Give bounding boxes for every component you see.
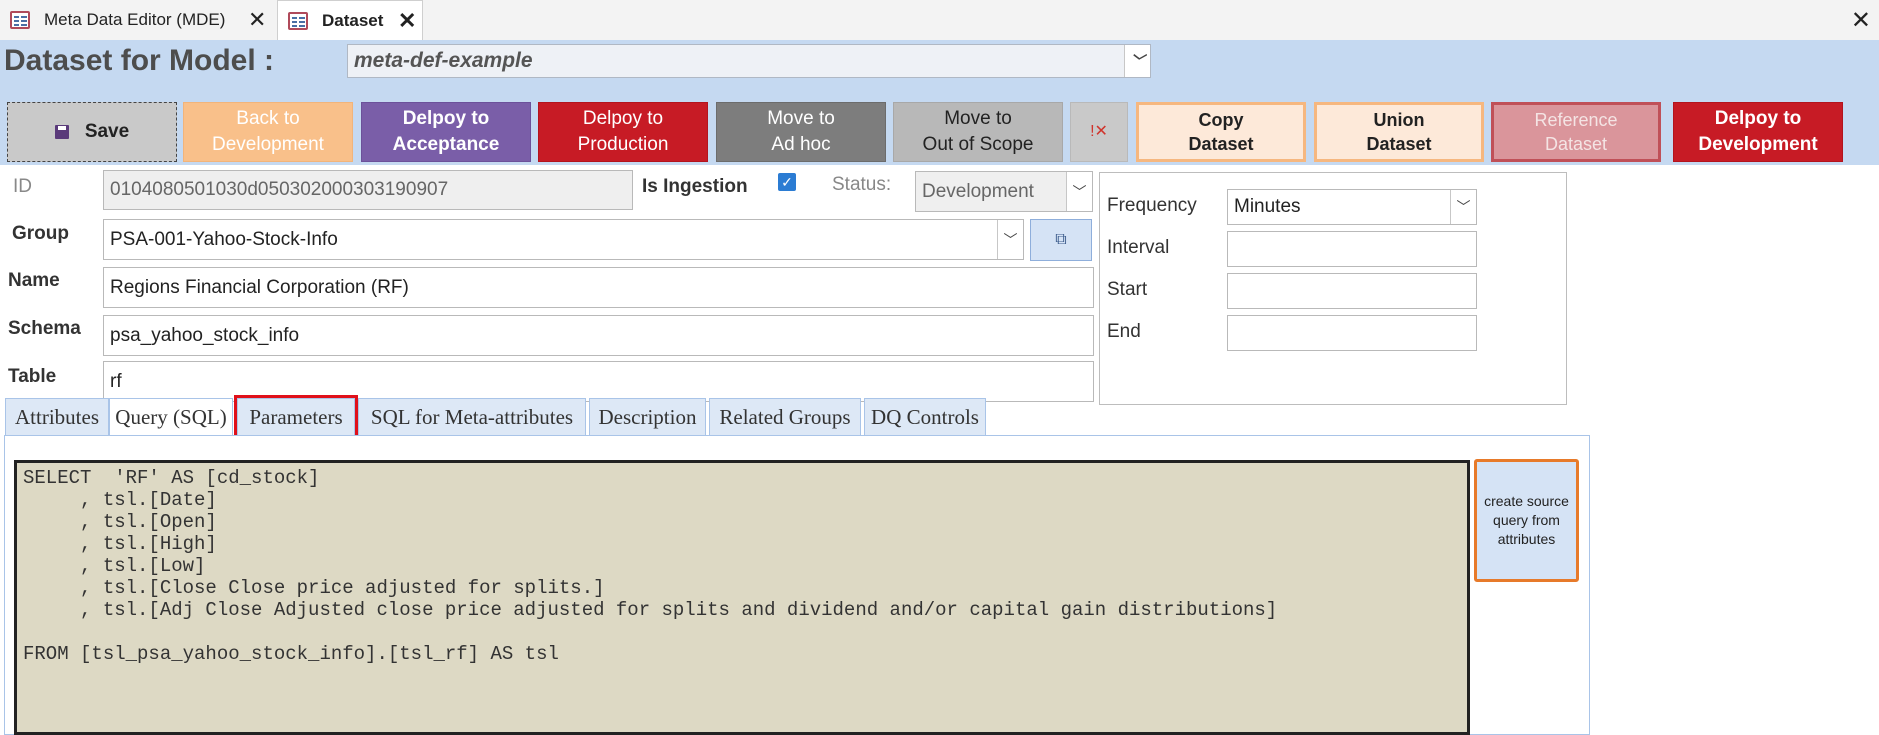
status-select[interactable]: Development ﹀ [915, 171, 1093, 212]
window-close-icon[interactable]: ✕ [1851, 6, 1871, 35]
interval-field[interactable] [1227, 231, 1477, 267]
tab-sql-for-meta-attributes[interactable]: SQL for Meta-attributes [358, 398, 586, 436]
union-dataset-button[interactable]: Union Dataset [1314, 102, 1484, 162]
frequency-label: Frequency [1107, 195, 1197, 216]
deploy-to-development-button[interactable]: Delpoy to Development [1673, 102, 1843, 162]
chevron-down-icon[interactable]: ﹀ [1450, 190, 1476, 224]
document-tab-strip: Meta Data Editor (MDE) ✕ Dataset ✕ ✕ [0, 0, 1879, 41]
tab-dq-controls[interactable]: DQ Controls [864, 398, 986, 436]
table-label: Table [8, 366, 57, 387]
chevron-down-icon[interactable]: ﹀ [1066, 172, 1092, 211]
save-button-label: Save [84, 121, 130, 142]
end-field[interactable] [1227, 315, 1477, 351]
start-field[interactable] [1227, 273, 1477, 309]
is-ingestion-label: Is Ingestion [642, 176, 748, 197]
copy-icon: ⧉ [1055, 231, 1067, 248]
close-icon[interactable]: ✕ [398, 8, 416, 34]
tab-attributes[interactable]: Attributes [5, 398, 109, 436]
group-label: Group [12, 223, 69, 244]
sql-editor[interactable]: SELECT 'RF' AS [cd_stock] , tsl.[Date] ,… [14, 460, 1470, 735]
status-label: Status: [832, 174, 892, 195]
tab-description[interactable]: Description [589, 398, 706, 436]
chevron-down-icon[interactable]: ﹀ [997, 220, 1023, 259]
deploy-to-production-button[interactable]: Delpoy to Production [538, 102, 708, 162]
copy-dataset-button[interactable]: Copy Dataset [1136, 102, 1306, 162]
doc-tab-dataset[interactable]: Dataset ✕ [277, 0, 423, 41]
close-icon[interactable]: ✕ [248, 7, 266, 33]
open-group-button[interactable]: ⧉ [1030, 219, 1092, 261]
delete-button[interactable]: !✕ [1070, 102, 1128, 162]
is-ingestion-checkbox[interactable]: ✓ [778, 173, 796, 191]
frequency-select[interactable]: Minutes ﹀ [1227, 189, 1477, 225]
model-select-value: meta-def-example [354, 49, 533, 72]
tab-related-groups[interactable]: Related Groups [709, 398, 861, 436]
name-field[interactable]: Regions Financial Corporation (RF) [103, 267, 1094, 308]
create-source-query-button[interactable]: create source query from attributes [1474, 459, 1579, 582]
tab-parameters[interactable]: Parameters [234, 395, 358, 439]
model-select[interactable]: meta-def-example ﹀ [347, 44, 1151, 78]
move-to-out-of-scope-button[interactable]: Move to Out of Scope [893, 102, 1063, 162]
frequency-value: Minutes [1234, 196, 1301, 217]
tab-query-sql[interactable]: Query (SQL) [109, 398, 233, 436]
id-field[interactable]: 0104080501030d050302000303190907 [103, 170, 633, 210]
doc-tab-label: Meta Data Editor (MDE) [44, 10, 226, 29]
group-value: PSA-001-Yahoo-Stock-Info [110, 228, 338, 250]
save-button[interactable]: Save [7, 102, 177, 162]
doc-tab-label: Dataset [322, 11, 384, 30]
move-to-adhoc-button[interactable]: Move to Ad hoc [716, 102, 886, 162]
floppy-disk-icon [54, 125, 69, 139]
status-value: Development [922, 180, 1034, 202]
id-label: ID [13, 176, 32, 197]
back-to-development-button[interactable]: Back to Development [183, 102, 353, 162]
schema-label: Schema [8, 318, 81, 339]
interval-label: Interval [1107, 237, 1170, 258]
form-icon [288, 12, 308, 30]
form-icon [10, 11, 30, 29]
reference-dataset-button[interactable]: Reference Dataset [1491, 102, 1661, 162]
name-label: Name [8, 270, 60, 291]
start-label: Start [1107, 279, 1148, 300]
deploy-to-acceptance-button[interactable]: Delpoy to Acceptance [361, 102, 531, 162]
page-title: Dataset for Model : [4, 44, 275, 77]
table-field[interactable]: rf [103, 361, 1094, 402]
schema-field[interactable]: psa_yahoo_stock_info [103, 315, 1094, 356]
delete-icon: !✕ [1090, 123, 1108, 140]
chevron-down-icon[interactable]: ﹀ [1124, 45, 1150, 77]
doc-tab-meta-data-editor[interactable]: Meta Data Editor (MDE) ✕ [0, 0, 275, 40]
end-label: End [1107, 321, 1141, 342]
group-select[interactable]: PSA-001-Yahoo-Stock-Info ﹀ [103, 219, 1024, 260]
